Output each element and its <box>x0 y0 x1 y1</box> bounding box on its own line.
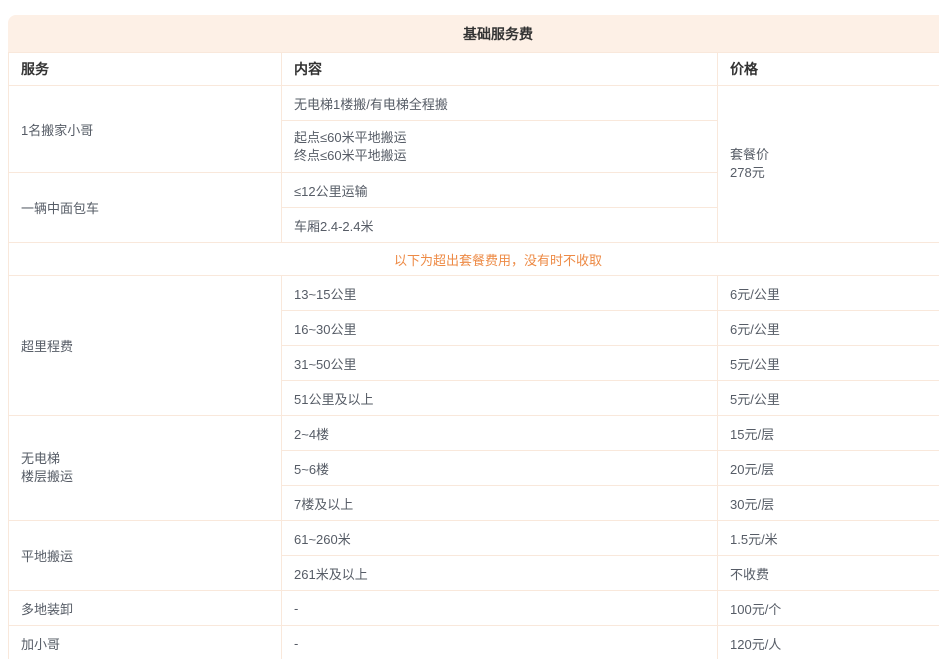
table-row: 无电梯 楼层搬运 2~4楼 15元/层 <box>9 416 939 451</box>
price-cell: 6元/公里 <box>718 276 939 311</box>
service-name: 平地搬运 <box>9 521 282 591</box>
table-title: 基础服务费 <box>463 24 533 44</box>
price-cell: 5元/公里 <box>718 381 939 416</box>
price-cell: 120元/人 <box>718 626 939 659</box>
service-name: 无电梯 楼层搬运 <box>9 416 282 521</box>
table-row: 加小哥 - 120元/人 <box>9 626 939 659</box>
table-row: 多地装卸 - 100元/个 <box>9 591 939 626</box>
price-cell: 不收费 <box>718 556 939 591</box>
pricing-page: 基础服务费 服务 内容 价格 1名搬家小哥 无电梯1楼搬/有电梯全程搬 套餐价 … <box>0 0 939 659</box>
service-name: 多地装卸 <box>9 591 282 626</box>
table-title-bar: 基础服务费 <box>8 15 939 52</box>
package-price-cell: 套餐价 278元 <box>718 86 939 243</box>
content-cell: ≤12公里运输 <box>282 173 718 208</box>
content-cell: 5~6楼 <box>282 451 718 486</box>
column-header-content: 内容 <box>282 53 718 86</box>
price-cell: 1.5元/米 <box>718 521 939 556</box>
service-name: 超里程费 <box>9 276 282 416</box>
service-name: 一辆中面包车 <box>9 173 282 243</box>
content-cell: 31~50公里 <box>282 346 718 381</box>
pricing-table: 服务 内容 价格 1名搬家小哥 无电梯1楼搬/有电梯全程搬 套餐价 278元 起… <box>8 52 939 659</box>
content-cell: 51公里及以上 <box>282 381 718 416</box>
banner-row: 以下为超出套餐费用，没有时不收取 <box>9 243 939 276</box>
table-row: 平地搬运 61~260米 1.5元/米 <box>9 521 939 556</box>
content-cell: 13~15公里 <box>282 276 718 311</box>
table-row: 1名搬家小哥 无电梯1楼搬/有电梯全程搬 套餐价 278元 <box>9 86 939 121</box>
price-cell: 6元/公里 <box>718 311 939 346</box>
content-cell: 无电梯1楼搬/有电梯全程搬 <box>282 86 718 121</box>
column-header-price: 价格 <box>718 53 939 86</box>
content-cell: 起点≤60米平地搬运 终点≤60米平地搬运 <box>282 121 718 173</box>
column-header-service: 服务 <box>9 53 282 86</box>
extra-fee-banner: 以下为超出套餐费用，没有时不收取 <box>9 243 939 276</box>
column-header-row: 服务 内容 价格 <box>9 53 939 86</box>
pricing-table-container: 基础服务费 服务 内容 价格 1名搬家小哥 无电梯1楼搬/有电梯全程搬 套餐价 … <box>8 15 939 659</box>
service-name: 1名搬家小哥 <box>9 86 282 173</box>
content-cell: 7楼及以上 <box>282 486 718 521</box>
price-cell: 5元/公里 <box>718 346 939 381</box>
content-cell: - <box>282 626 718 659</box>
content-cell: 车厢2.4-2.4米 <box>282 208 718 243</box>
table-row: 超里程费 13~15公里 6元/公里 <box>9 276 939 311</box>
content-cell: 2~4楼 <box>282 416 718 451</box>
price-cell: 20元/层 <box>718 451 939 486</box>
price-cell: 30元/层 <box>718 486 939 521</box>
service-name: 加小哥 <box>9 626 282 659</box>
price-cell: 15元/层 <box>718 416 939 451</box>
content-cell: 261米及以上 <box>282 556 718 591</box>
content-cell: 61~260米 <box>282 521 718 556</box>
content-cell: 16~30公里 <box>282 311 718 346</box>
price-cell: 100元/个 <box>718 591 939 626</box>
content-cell: - <box>282 591 718 626</box>
